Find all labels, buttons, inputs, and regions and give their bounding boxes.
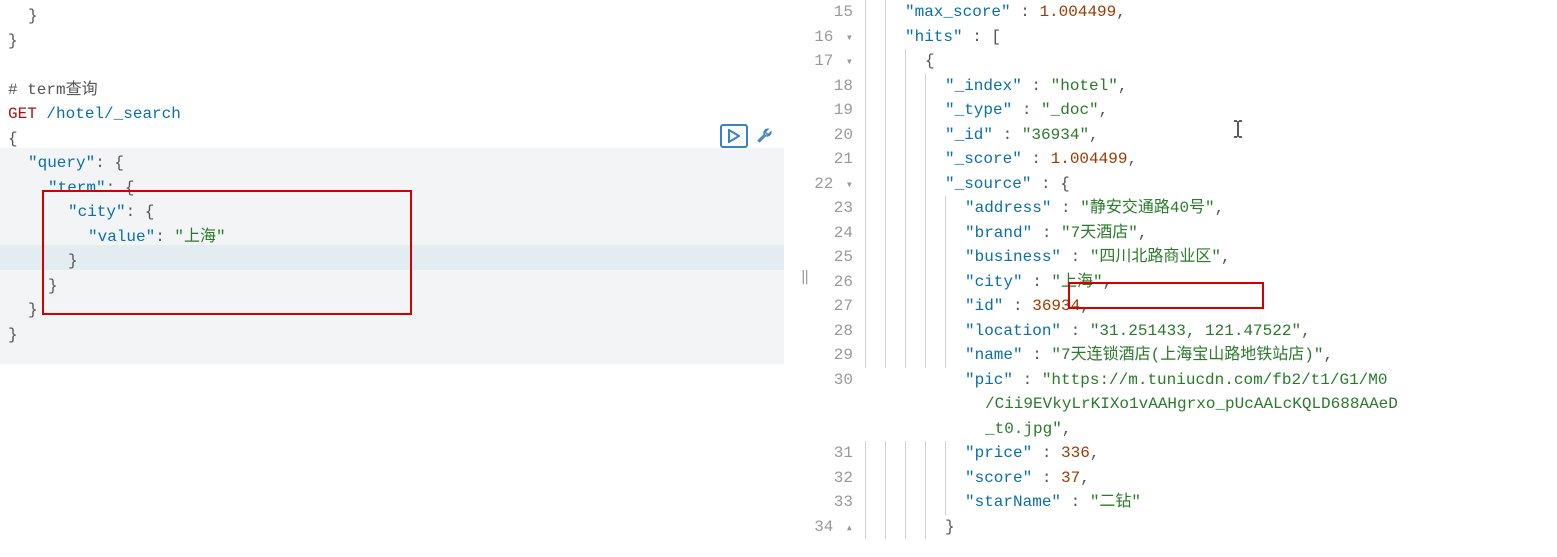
request-action-toolbar (720, 124, 776, 148)
pane-divider[interactable]: ‖ (800, 0, 810, 557)
line-number-gutter: 15 16 ▾ 17 ▾ 18 19 20 21 22 ▾ 23 24 25 2… (810, 0, 865, 557)
request-editor[interactable]: } } # term查询 GET /hotel/_search { "query… (0, 0, 800, 557)
run-query-button[interactable] (720, 124, 748, 148)
fold-icon[interactable]: ▾ (841, 50, 853, 75)
response-viewer[interactable]: 15 16 ▾ 17 ▾ 18 19 20 21 22 ▾ 23 24 25 2… (810, 0, 1557, 557)
comment-line: # term查询 (8, 78, 800, 103)
fold-icon[interactable]: ▾ (841, 26, 853, 51)
wrench-icon (755, 127, 773, 145)
request-line[interactable]: GET /hotel/_search (8, 102, 800, 127)
fold-icon[interactable]: ▾ (841, 173, 853, 198)
play-icon (728, 129, 740, 143)
fold-icon[interactable]: ▴ (841, 516, 853, 541)
settings-button[interactable] (752, 124, 776, 148)
